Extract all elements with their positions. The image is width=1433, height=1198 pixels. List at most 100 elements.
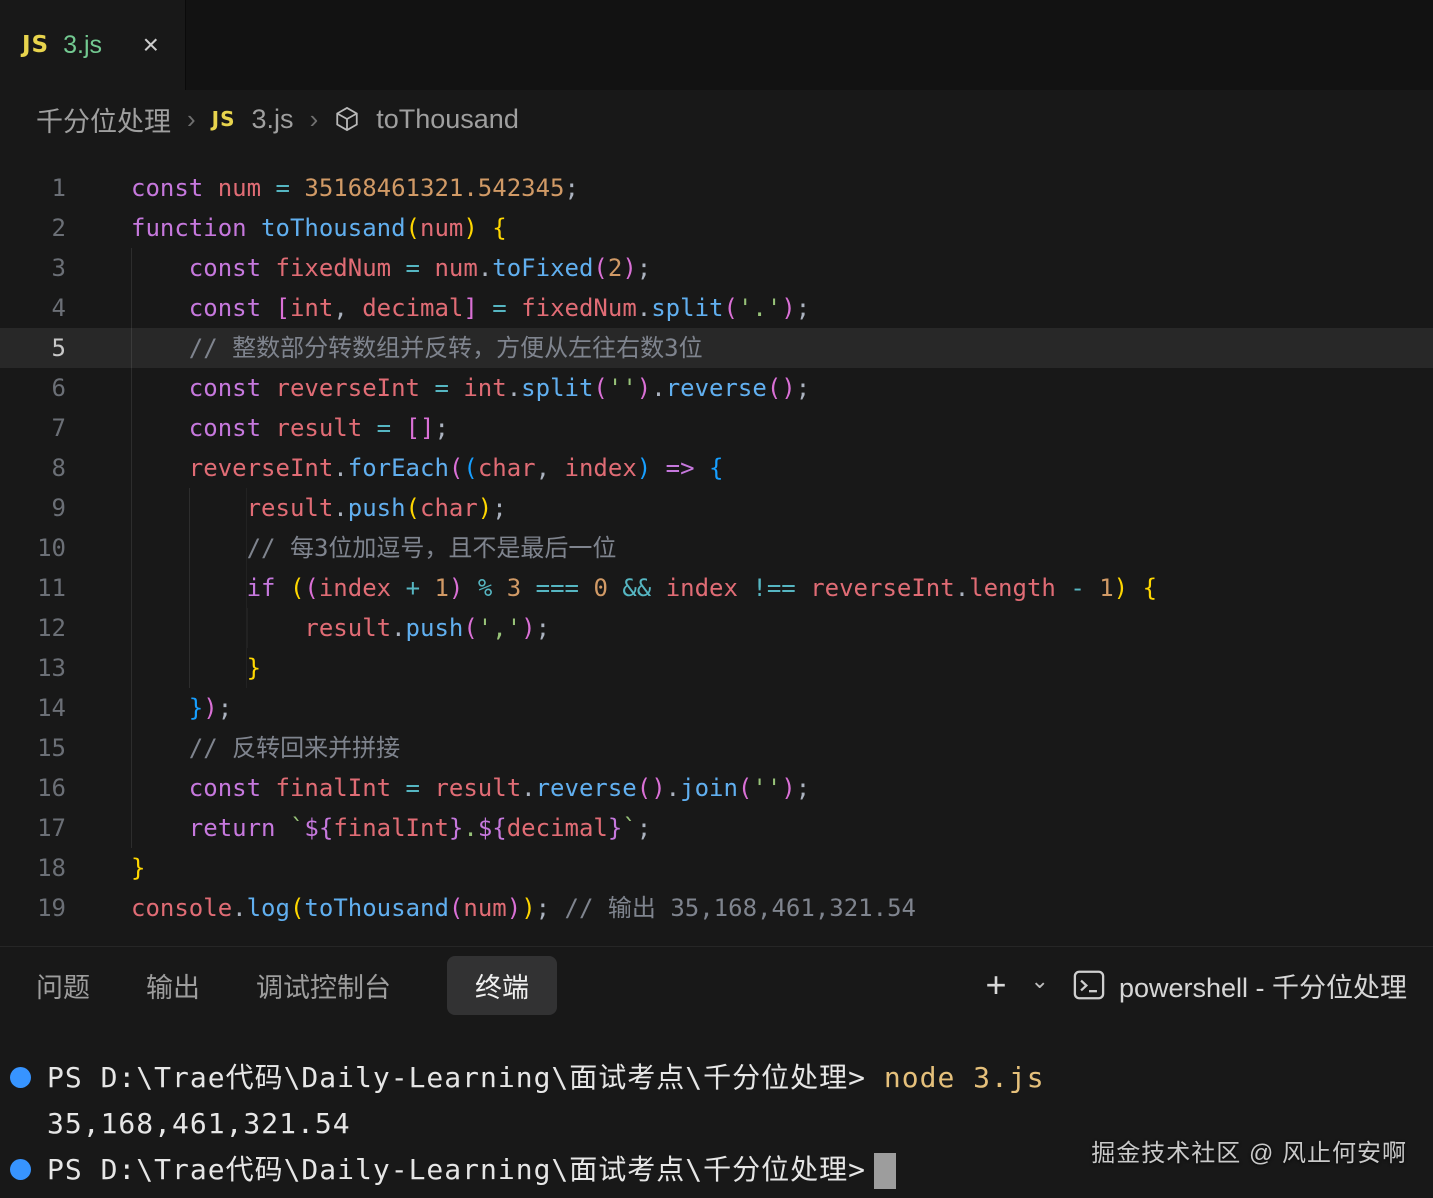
- code-token: ;: [795, 374, 811, 402]
- line-number[interactable]: 11: [0, 568, 66, 608]
- breadcrumb-symbol[interactable]: toThousand: [376, 104, 519, 135]
- code-token: const: [188, 774, 276, 802]
- code-token: ,: [535, 454, 565, 482]
- code-editor[interactable]: 1 const num = 35168461321.542345; 2 functio…: [0, 148, 1433, 946]
- code-token: }: [131, 854, 146, 882]
- code-token: toFixed: [492, 254, 594, 282]
- code-line[interactable]: 3 const fixedNum = num.toFixed(2);: [0, 248, 1433, 288]
- panel-tab-problems[interactable]: 问题: [36, 956, 90, 1015]
- editor-window: JS 3.js × 千分位处理 › JS 3.js › toThousand 1…: [0, 0, 1433, 1198]
- line-number[interactable]: 13: [0, 648, 66, 688]
- code-token: char: [477, 454, 536, 482]
- code-token: (: [289, 574, 305, 602]
- code-line[interactable]: 2 function toThousand(num) {: [0, 208, 1433, 248]
- code-area: 1 const num = 35168461321.542345; 2 functio…: [0, 168, 1433, 928]
- line-number[interactable]: 2: [0, 208, 66, 248]
- indent-guide: [131, 608, 305, 648]
- panel-tab-output[interactable]: 输出: [146, 956, 200, 1015]
- code-line[interactable]: 15 // 反转回来并拼接: [0, 728, 1433, 768]
- code-line[interactable]: 8 reverseInt.forEach((char, index) => {: [0, 448, 1433, 488]
- line-number[interactable]: 19: [0, 888, 66, 928]
- code-token: result: [275, 414, 377, 442]
- code-line[interactable]: 14});: [0, 688, 1433, 728]
- line-number[interactable]: 9: [0, 488, 66, 528]
- line-number[interactable]: 1: [0, 168, 66, 208]
- code-token: ;: [636, 814, 652, 842]
- breadcrumb-file[interactable]: 3.js: [252, 104, 294, 135]
- code-line[interactable]: 19 console.log(toThousand(num)); // 输出 35…: [0, 888, 1433, 928]
- code-token: function: [131, 214, 262, 242]
- code-token: .: [232, 894, 247, 922]
- code-line[interactable]: 5 // 整数部分转数组并反转，方便从左往右数3位: [0, 328, 1433, 368]
- tab-close-icon[interactable]: ×: [139, 29, 163, 61]
- code-token: (: [463, 614, 478, 642]
- indent-guide: [131, 808, 189, 848]
- code-line[interactable]: 16 const finalInt = result.reverse().join…: [0, 768, 1433, 808]
- command-decoration-icon[interactable]: [10, 1159, 31, 1180]
- line-number[interactable]: 16: [0, 768, 66, 808]
- js-file-icon: JS: [211, 107, 236, 131]
- terminal-text: PS D:\Trae代码\Daily-Learning\面试考点\千分位处理>: [47, 1061, 884, 1094]
- panel-tab-debug-console[interactable]: 调试控制台: [256, 956, 391, 1015]
- breadcrumb-folder[interactable]: 千分位处理: [36, 100, 171, 139]
- code-token: ;: [217, 694, 233, 722]
- code-token: (: [448, 894, 464, 922]
- indent-guide: [131, 328, 189, 368]
- line-number[interactable]: 6: [0, 368, 66, 408]
- code-token: (): [636, 774, 666, 802]
- code-token: `: [289, 814, 305, 842]
- line-number[interactable]: 18: [0, 848, 66, 888]
- code-token: ): [636, 454, 666, 482]
- code-line[interactable]: 11 if ((index + 1) % 3 === 0 && index !==…: [0, 568, 1433, 608]
- code-token: ): [203, 694, 218, 722]
- terminal-line: 35,168,461,321.54: [47, 1101, 1433, 1147]
- tab-3js[interactable]: JS 3.js ×: [0, 0, 186, 90]
- line-number[interactable]: 5: [0, 328, 66, 368]
- code-line[interactable]: 18}: [0, 848, 1433, 888]
- code-token: const: [188, 414, 276, 442]
- code-line[interactable]: 12 result.push(',');: [0, 608, 1433, 648]
- code-token: ;: [564, 174, 579, 202]
- terminal-dropdown-chevron-icon[interactable]: ⌄: [1031, 968, 1049, 994]
- code-token: num: [217, 174, 276, 202]
- line-number[interactable]: 15: [0, 728, 66, 768]
- code-text: result.push(',');: [66, 608, 550, 648]
- line-number[interactable]: 12: [0, 608, 66, 648]
- code-token: ) {: [1113, 574, 1158, 602]
- code-token: (: [448, 454, 464, 482]
- indent-guide: [131, 728, 189, 768]
- code-line[interactable]: 13}: [0, 648, 1433, 688]
- code-token: %: [477, 574, 507, 602]
- line-number[interactable]: 4: [0, 288, 66, 328]
- line-number[interactable]: 10: [0, 528, 66, 568]
- line-number[interactable]: 17: [0, 808, 66, 848]
- code-text: const result = [];: [66, 408, 449, 448]
- new-terminal-button[interactable]: +: [985, 967, 1006, 1003]
- code-line[interactable]: 10 // 每3位加逗号，且不是最后一位: [0, 528, 1433, 568]
- code-line[interactable]: 4 const [int, decimal] = fixedNum.split('…: [0, 288, 1433, 328]
- indent-guide: [131, 248, 189, 288]
- line-number[interactable]: 8: [0, 448, 66, 488]
- indent-guide: [131, 528, 247, 568]
- code-token: ===: [535, 574, 594, 602]
- code-token: index: [318, 574, 406, 602]
- terminal-panel[interactable]: PS D:\Trae代码\Daily-Learning\面试考点\千分位处理> …: [0, 1023, 1433, 1198]
- code-token: split: [651, 294, 724, 322]
- code-line[interactable]: 6 const reverseInt = int.split('').revers…: [0, 368, 1433, 408]
- line-number[interactable]: 7: [0, 408, 66, 448]
- code-token: reverse: [665, 374, 767, 402]
- code-token: ): [781, 774, 796, 802]
- terminal-session-item[interactable]: powershell - 千分位处理: [1073, 966, 1407, 1005]
- tab-bar: JS 3.js ×: [0, 0, 1433, 90]
- code-line[interactable]: 17 return `${finalInt}.${decimal}`;: [0, 808, 1433, 848]
- line-number[interactable]: 3: [0, 248, 66, 288]
- panel-tab-terminal[interactable]: 终端: [447, 955, 557, 1015]
- command-decoration-icon[interactable]: [10, 1067, 31, 1088]
- chevron-right-icon: ›: [187, 103, 196, 134]
- line-number[interactable]: 14: [0, 688, 66, 728]
- code-token: const: [188, 374, 276, 402]
- code-token: 1: [434, 574, 449, 602]
- code-line[interactable]: 1 const num = 35168461321.542345;: [0, 168, 1433, 208]
- code-line[interactable]: 9 result.push(char);: [0, 488, 1433, 528]
- code-line[interactable]: 7 const result = [];: [0, 408, 1433, 448]
